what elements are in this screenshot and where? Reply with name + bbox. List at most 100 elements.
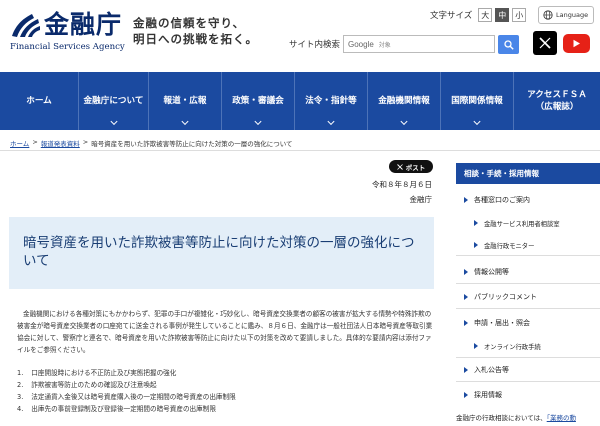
nav-item-label: 国際関係情報 (451, 96, 503, 106)
arrow-right-icon (464, 197, 468, 203)
sidebar-item-label: パブリックコメント (474, 293, 537, 301)
language-button[interactable]: Language (538, 6, 594, 24)
list-item-number: 3. (17, 393, 24, 401)
chevron-down-icon (254, 117, 262, 126)
publish-date: 令和８年８月６日 (372, 180, 432, 189)
sidebar-divider (456, 308, 600, 309)
sidebar-item-label: 金融サービス利用者相談室 (484, 220, 560, 228)
list-item: 1. 口座開設時における不正防止及び実態把握の強化 (17, 367, 437, 379)
sidebar-item-consultation[interactable]: 金融サービス利用者相談室 (456, 217, 560, 229)
nav-item-policy[interactable]: 政策・審議会 (221, 72, 294, 130)
sidebar-item-label: 採用情報 (474, 391, 502, 399)
sidebar-divider (456, 283, 600, 284)
arrow-right-icon (474, 242, 478, 248)
page-title: 暗号資産を用いた詐欺被害等防止に向けた対策の一層の強化について (23, 235, 415, 269)
x-post-button[interactable]: ポスト (389, 160, 433, 173)
list-item-number: 4. (17, 405, 24, 413)
x-icon[interactable] (533, 31, 557, 55)
search-placeholder: 対象 (378, 41, 391, 49)
list-item-text: 出庫先の事前登録制及び登録後一定期間の暗号資産の出庫制限 (31, 405, 216, 413)
nav-item-label: アクセスＦＳＡ （広報誌） (527, 90, 587, 112)
chevron-down-icon (181, 117, 189, 126)
site-header: 金融庁 Financial Services Agency 金融の信頼を守り、 … (0, 0, 600, 72)
sidebar-item-label: 金融行政モニター (484, 242, 535, 250)
tagline: 金融の信頼を守り、 明日への挑戦を拓く。 (133, 15, 258, 47)
nav-item-press[interactable]: 報道・広報 (148, 72, 221, 130)
nav-item-label: 政策・審議会 (232, 96, 284, 106)
sidebar-item-label: 入札公告等 (474, 366, 509, 374)
breadcrumb-section-link[interactable]: 報道発表資料 (41, 138, 80, 148)
youtube-icon[interactable] (563, 34, 590, 53)
nav-item-about[interactable]: 金融庁について (78, 72, 148, 130)
list-item-text: 法定通貨入金後又は暗号資産購入後の一定期間の暗号資産の出庫制限 (31, 393, 236, 401)
nav-item-institutions[interactable]: 金融機関情報 (367, 72, 440, 130)
page-title-box: 暗号資産を用いた詐欺被害等防止に向けた対策の一層の強化について (9, 217, 434, 289)
arrow-right-icon (464, 294, 468, 300)
sidebar-footer-note: 金融庁の行政相談においては、「業務の動 (456, 412, 576, 422)
list-item-number: 1. (17, 369, 24, 377)
logo-text: 金融庁 (44, 10, 123, 39)
sidebar-divider (456, 357, 600, 358)
nav-item-label: ホーム (26, 96, 52, 106)
breadcrumb-current: 暗号資産を用いた詐欺被害等防止に向けた対策の一層の強化について (91, 140, 293, 148)
fsa-logo-mark-icon (12, 14, 40, 37)
list-item-text: 口座開設時における不正防止及び実態把握の強化 (31, 369, 177, 377)
list-item: 4. 出庫先の事前登録制及び登録後一定期間の暗号資産の出庫制限 (17, 403, 437, 415)
font-size-small-button[interactable]: 小 (512, 8, 527, 22)
breadcrumb-home-link[interactable]: ホーム (10, 138, 29, 148)
nav-item-label: 金融庁について (83, 96, 144, 106)
sidebar-footer-link[interactable]: 「業務の動 (547, 414, 576, 422)
font-size-medium-button[interactable]: 中 (495, 8, 510, 22)
search-input[interactable]: Google 対象 (343, 35, 495, 53)
sidebar-item-tenders[interactable]: 入札公告等 (456, 364, 509, 376)
arrow-right-icon (464, 320, 468, 326)
language-label: Language (556, 11, 589, 19)
list-item: 2. 詐欺被害等防止のための確認及び注意喚起 (17, 379, 437, 391)
breadcrumb-separator: > (82, 138, 89, 146)
request-list: 1. 口座開設時における不正防止及び実態把握の強化 2. 詐欺被害等防止のための確認… (17, 367, 437, 415)
sidebar-item-applications[interactable]: 申請・届出・照会 (456, 317, 530, 329)
chevron-down-icon (109, 117, 118, 126)
x-icon (396, 163, 403, 170)
chevron-down-icon (327, 117, 335, 126)
sidebar-item-disclosure[interactable]: 情報公開等 (456, 266, 509, 278)
sidebar-divider (456, 381, 600, 382)
list-item: 3. 法定通貨入金後又は暗号資産購入後の一定期間の暗号資産の出庫制限 (17, 391, 437, 403)
nav-item-access-fsa[interactable]: アクセスＦＳＡ （広報誌） (513, 72, 600, 130)
search-icon (503, 39, 514, 50)
list-item-text: 詐欺被害等防止のための確認及び注意喚起 (31, 381, 157, 389)
tagline-line-1: 金融の信頼を守り、 (133, 16, 246, 30)
sidebar-heading: 相談・手続・採用情報 (456, 163, 600, 184)
nav-item-international[interactable]: 国際関係情報 (440, 72, 513, 130)
post-label: ポスト (405, 163, 426, 172)
breadcrumb: ホーム > 報道発表資料 > 暗号資産を用いた詐欺被害等防止に向けた対策の一層の… (10, 138, 293, 148)
nav-item-home[interactable]: ホーム (0, 72, 78, 130)
fsa-logo[interactable]: 金融庁 Financial Services Agency (10, 10, 125, 52)
globe-icon (543, 10, 553, 20)
sidebar-item-label: 情報公開等 (474, 268, 509, 276)
sidebar-footer-text: 金融庁の行政相談においては、 (456, 414, 547, 422)
site-search-label: サイト内検索 (289, 40, 341, 50)
nav-item-laws[interactable]: 法令・指針等 (294, 72, 367, 130)
nav-item-label: 法令・指針等 (305, 96, 357, 106)
sidebar-item-monitor[interactable]: 金融行政モニター (456, 239, 534, 251)
sidebar-item-online-procedures[interactable]: オンライン行政手続 (456, 340, 541, 352)
sidebar-item-recruitment[interactable]: 採用情報 (456, 389, 502, 401)
sidebar-divider (456, 255, 600, 256)
nav-item-label: 報道・広報 (163, 96, 207, 106)
breadcrumb-separator: > (32, 138, 38, 146)
font-size-large-button[interactable]: 大 (478, 8, 493, 22)
sidebar-item-contact[interactable]: 各種窓口のご案内 (456, 194, 530, 206)
global-nav: ホーム 金融庁について 報道・広報 政策・審議会 法令・指針等 金融機関情報 国… (0, 72, 600, 130)
list-item-number: 2. (17, 381, 24, 389)
breadcrumb-divider (0, 150, 600, 151)
sidebar-item-label: オンライン行政手続 (484, 343, 541, 351)
search-button[interactable] (498, 35, 519, 54)
sidebar-item-public-comment[interactable]: パブリックコメント (456, 291, 537, 303)
arrow-right-icon (474, 343, 478, 349)
tagline-line-2: 明日への挑戦を拓く。 (133, 32, 258, 46)
arrow-right-icon (464, 269, 468, 275)
sidebar-item-label: 申請・届出・照会 (474, 319, 530, 327)
arrow-right-icon (464, 392, 468, 398)
chevron-down-icon (473, 117, 481, 126)
